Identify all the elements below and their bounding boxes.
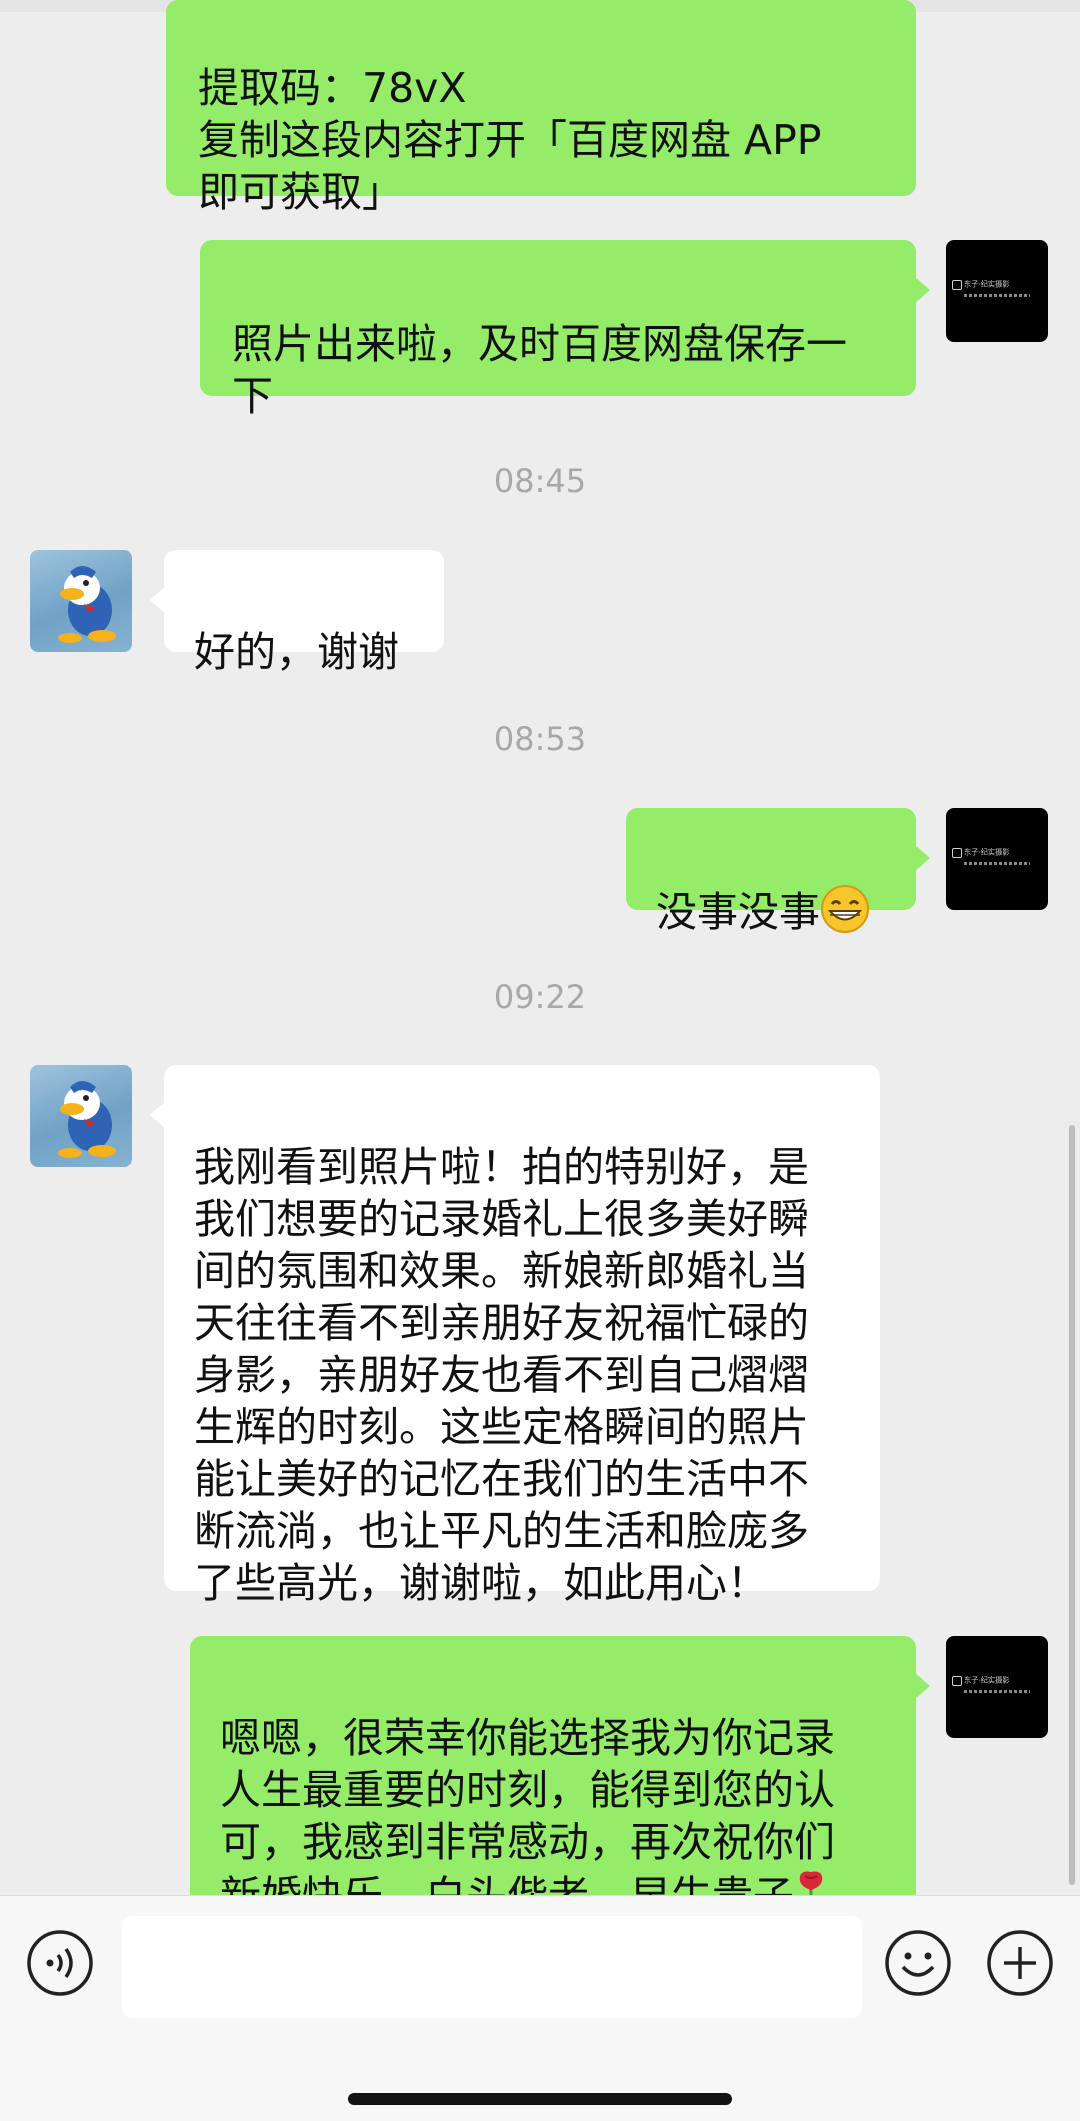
- home-indicator[interactable]: [348, 2093, 732, 2105]
- avatar-logo-text: 东子·纪实摄影: [964, 1676, 1010, 1685]
- message-text: 嗯嗯，很荣幸你能选择我为你记录 人生最重要的时刻，能得到您的认 可，我感到非常感…: [220, 1714, 835, 1895]
- message-text: 我刚看到照片啦！拍的特别好，是 我们想要的记录婚礼上很多美好瞬 间的氛围和效果。…: [194, 1143, 809, 1607]
- message-input[interactable]: [122, 1916, 862, 2018]
- logo-mark-icon: [952, 848, 962, 858]
- message-text: 没事没事: [656, 888, 820, 936]
- chat-input-bar: [0, 1895, 1080, 2121]
- message-text: 照片出来啦，及时百度网盘保存一 下: [232, 320, 847, 420]
- grinning-face-icon: [820, 884, 870, 946]
- my-avatar[interactable]: 东子·纪实摄影: [946, 808, 1048, 910]
- plus-icon: [987, 1930, 1053, 1996]
- voice-button[interactable]: [26, 1929, 94, 1997]
- logo-mark-icon: [952, 280, 962, 290]
- message-bubble-sent[interactable]: 嗯嗯，很荣幸你能选择我为你记录 人生最重要的时刻，能得到您的认 可，我感到非常感…: [190, 1636, 930, 1895]
- timestamp: 08:53: [493, 720, 587, 758]
- timestamp: 08:45: [493, 462, 587, 500]
- voice-icon: [27, 1930, 93, 1996]
- avatar-logo-underline: [964, 1690, 1030, 1693]
- message-bubble-received[interactable]: 我刚看到照片啦！拍的特别好，是 我们想要的记录婚礼上很多美好瞬 间的氛围和效果。…: [150, 1065, 880, 1607]
- avatar-logo-underline: [964, 294, 1030, 297]
- scrollbar[interactable]: [1069, 1125, 1075, 1885]
- message-bubble-sent[interactable]: 照片出来啦，及时百度网盘保存一 下: [200, 240, 930, 420]
- cartoon-duck-avatar-icon: [58, 566, 116, 643]
- avatar-logo-underline: [964, 862, 1030, 865]
- message-text: 好的，谢谢: [194, 628, 399, 676]
- my-avatar[interactable]: 东子·纪实摄影: [946, 1636, 1048, 1738]
- message-text: 提取码：78vX 复制这段内容打开「百度网盘 APP 即可获取」: [198, 64, 822, 216]
- timestamp: 09:22: [493, 978, 587, 1016]
- contact-avatar[interactable]: [30, 1065, 132, 1167]
- chat-message-list[interactable]: 提取码：78vX 复制这段内容打开「百度网盘 APP 即可获取」 照片出来啦，及…: [0, 0, 1080, 1895]
- emoji-icon: [885, 1930, 951, 1996]
- contact-avatar[interactable]: [30, 550, 132, 652]
- my-avatar[interactable]: 东子·纪实摄影: [946, 240, 1048, 342]
- cartoon-duck-avatar-icon: [58, 1081, 116, 1158]
- emoji-button[interactable]: [884, 1929, 952, 1997]
- message-bubble-sent[interactable]: 提取码：78vX 复制这段内容打开「百度网盘 APP 即可获取」: [166, 0, 916, 216]
- rose-icon: [794, 1868, 828, 1895]
- avatar-logo-text: 东子·纪实摄影: [964, 280, 1010, 289]
- message-bubble-received[interactable]: 好的，谢谢: [150, 550, 444, 676]
- more-button[interactable]: [986, 1929, 1054, 1997]
- avatar-logo-text: 东子·纪实摄影: [964, 848, 1010, 857]
- logo-mark-icon: [952, 1676, 962, 1686]
- message-bubble-sent[interactable]: 没事没事: [626, 808, 930, 936]
